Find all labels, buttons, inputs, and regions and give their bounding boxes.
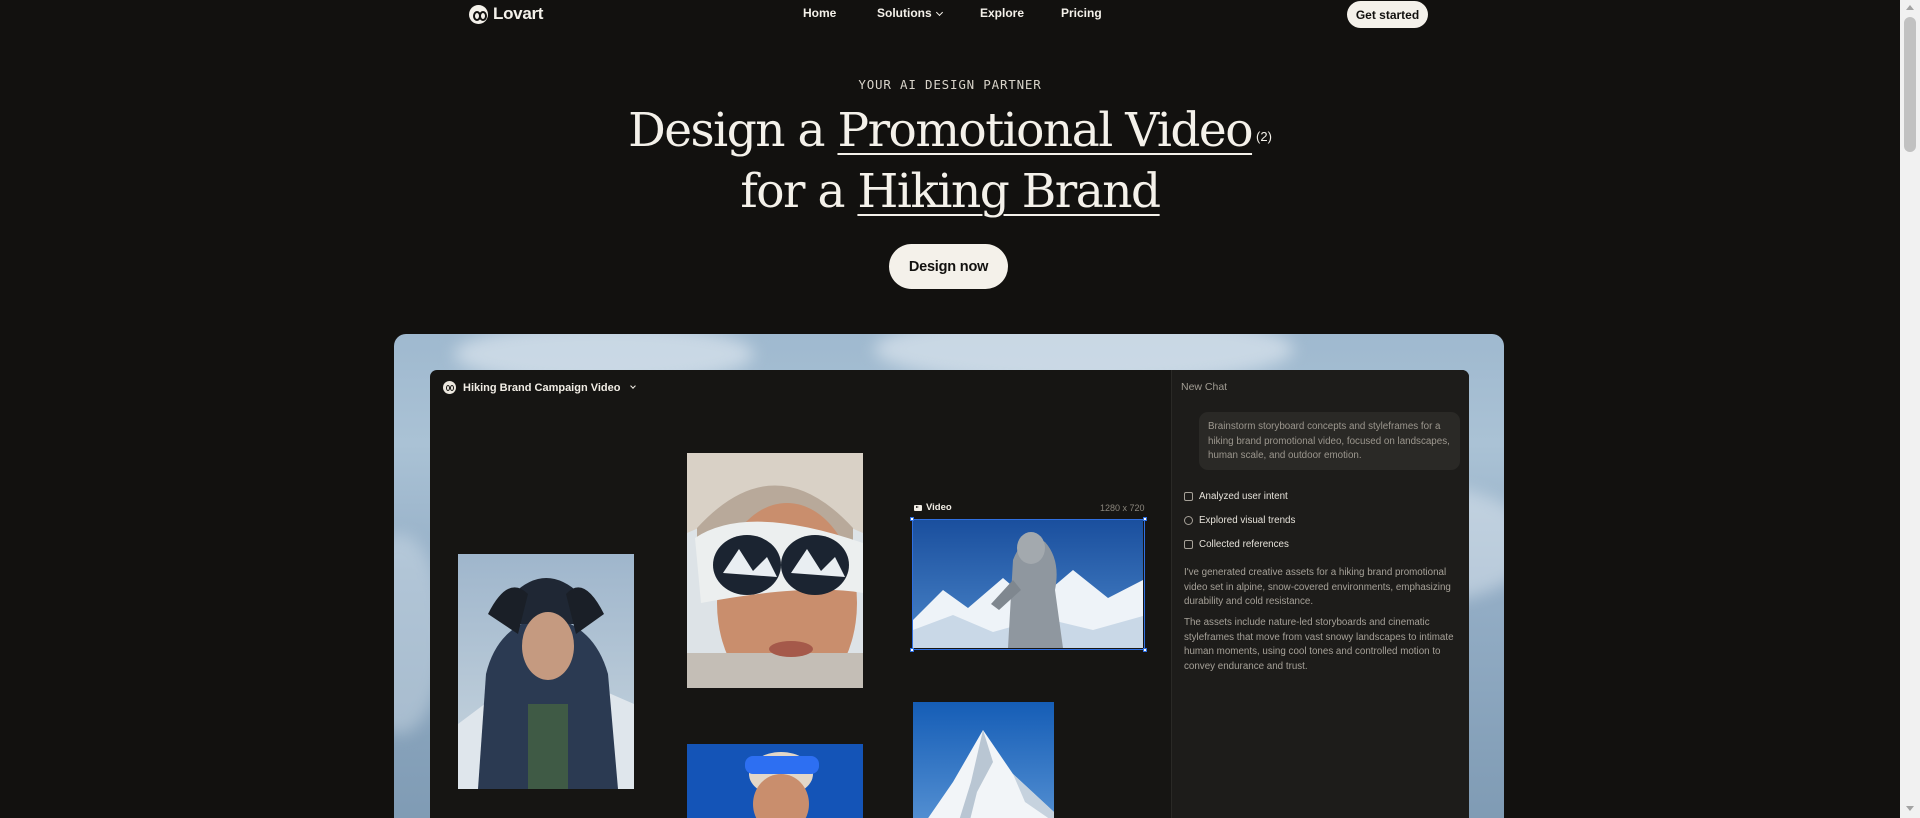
step-explored-trends[interactable]: Explored visual trends xyxy=(1184,515,1295,526)
chevron-down-icon xyxy=(629,382,636,389)
nav-solutions-label: Solutions xyxy=(877,6,932,20)
nav-solutions[interactable]: Solutions xyxy=(877,6,943,20)
chat-header: New Chat xyxy=(1181,381,1228,393)
resize-handle[interactable] xyxy=(1143,648,1147,652)
document-icon xyxy=(1184,492,1193,501)
nav-home[interactable]: Home xyxy=(803,6,836,20)
lovart-logo-icon xyxy=(443,381,456,394)
project-title: Hiking Brand Campaign Video xyxy=(463,381,621,394)
headline-highlight-brand[interactable]: Hiking Brand xyxy=(857,164,1161,219)
nav-explore[interactable]: Explore xyxy=(980,6,1024,20)
step-collected-references[interactable]: Collected references xyxy=(1184,539,1289,550)
headline-highlight-deliverable[interactable]: Promotional Video xyxy=(837,103,1253,158)
lovart-logo-icon xyxy=(469,4,488,24)
headline-line2-prefix: for a xyxy=(740,164,858,219)
get-started-button[interactable]: Get started xyxy=(1347,1,1428,28)
chat-panel: New Chat Brainstorm storyboard concepts … xyxy=(1171,370,1469,818)
product-showcase: Hiking Brand Campaign Video Video 1280 x… xyxy=(394,334,1504,818)
hero-eyebrow: YOUR AI DESIGN PARTNER xyxy=(858,77,1042,92)
hero-headline: Design a Promotional Video (2) for a Hiki… xyxy=(0,100,1900,222)
reference-icon xyxy=(1184,540,1193,549)
canvas-image-snowy-peak[interactable] xyxy=(913,702,1054,818)
resize-handle[interactable] xyxy=(910,517,914,521)
resize-handle[interactable] xyxy=(1143,517,1147,521)
step-label: Collected references xyxy=(1199,539,1289,550)
goggles-closeup-image xyxy=(687,453,863,688)
headline-footnote: (2) xyxy=(1256,129,1272,144)
app-window: Hiking Brand Campaign Video Video 1280 x… xyxy=(430,370,1469,818)
headline-line1-prefix: Design a xyxy=(628,103,838,158)
hiker-portrait-image xyxy=(458,554,634,789)
resize-handle[interactable] xyxy=(910,648,914,652)
video-label: Video xyxy=(914,502,952,513)
mountaineer-video-thumbnail xyxy=(913,520,1143,648)
snowy-peak-image xyxy=(913,702,1054,818)
canvas-image-sunglasses-hiker[interactable] xyxy=(687,744,863,818)
video-dimensions: 1280 x 720 xyxy=(1100,503,1145,513)
step-analyzed-intent[interactable]: Analyzed user intent xyxy=(1184,491,1288,502)
user-prompt-bubble: Brainstorm storyboard concepts and style… xyxy=(1199,412,1460,470)
chevron-down-icon xyxy=(935,8,943,17)
scroll-down-arrow-icon[interactable] xyxy=(1906,806,1914,811)
design-now-button[interactable]: Design now xyxy=(889,244,1008,289)
page-scrollbar[interactable] xyxy=(1900,0,1920,818)
canvas-image-goggles-closeup[interactable] xyxy=(687,453,863,688)
headline-line-2: for a Hiking Brand xyxy=(0,161,1900,222)
project-title-menu[interactable]: Hiking Brand Campaign Video xyxy=(443,381,636,394)
scroll-up-arrow-icon[interactable] xyxy=(1906,5,1914,10)
assistant-message: I've generated creative assets for a hik… xyxy=(1184,567,1451,607)
top-nav: Lovart Home Solutions Explore Pricing Ge… xyxy=(0,0,1900,28)
globe-icon xyxy=(1184,516,1193,525)
canvas-image-hiker-portrait[interactable] xyxy=(458,554,634,789)
logo-text: Lovart xyxy=(493,4,544,23)
nav-pricing[interactable]: Pricing xyxy=(1061,6,1102,20)
step-label: Analyzed user intent xyxy=(1199,491,1288,502)
canvas-video-selected[interactable] xyxy=(910,517,1147,652)
sunglasses-hiker-image xyxy=(687,744,863,818)
scrollbar-thumb[interactable] xyxy=(1904,17,1916,152)
video-label-text: Video xyxy=(926,502,952,513)
video-camera-icon xyxy=(914,504,922,511)
step-label: Explored visual trends xyxy=(1199,515,1296,526)
headline-line-1: Design a Promotional Video (2) xyxy=(0,100,1900,161)
lovart-logo[interactable]: Lovart xyxy=(469,4,543,24)
assistant-message: The assets include nature-led storyboard… xyxy=(1184,617,1454,672)
